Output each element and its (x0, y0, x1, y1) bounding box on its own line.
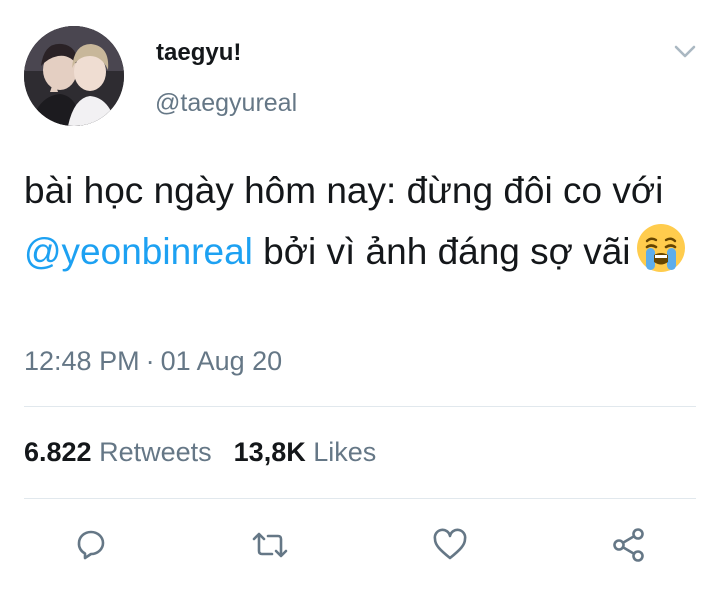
tweet-text-part: bởi vì ảnh đáng sợ vãi (252, 231, 631, 272)
display-name[interactable]: taegyu! (156, 39, 241, 67)
divider (24, 498, 696, 499)
timestamp[interactable]: 12:48 PM · 01 Aug 20 (24, 346, 282, 377)
share-icon[interactable] (609, 525, 649, 565)
avatar[interactable] (24, 26, 124, 126)
user-handle[interactable]: @taegyureal (155, 89, 297, 118)
tweet-stats: 6.822 Retweets 13,8K Likes (24, 437, 376, 468)
mention-link[interactable]: @yeonbinreal (24, 231, 253, 272)
retweets-count: 6.822 (24, 437, 92, 467)
retweets-stat[interactable]: 6.822 Retweets (24, 437, 212, 467)
chevron-down-icon[interactable] (671, 40, 699, 64)
tweet-date: 01 Aug 20 (160, 346, 283, 376)
likes-count: 13,8K (233, 437, 306, 467)
reply-icon[interactable] (71, 525, 111, 565)
tweet-text-part: bài học ngày hôm nay: đừng đôi co với (24, 170, 664, 211)
loudly-crying-face-icon (635, 222, 687, 274)
like-icon[interactable] (430, 525, 470, 565)
likes-label: Likes (313, 437, 377, 467)
retweet-icon[interactable] (250, 525, 290, 565)
separator: · (145, 346, 155, 376)
retweets-label: Retweets (99, 437, 212, 467)
tweet-text: bài học ngày hôm nay: đừng đôi co với @y… (24, 160, 694, 282)
likes-stat[interactable]: 13,8K Likes (234, 437, 377, 467)
divider (24, 406, 696, 407)
tweet-time: 12:48 PM (24, 346, 140, 376)
